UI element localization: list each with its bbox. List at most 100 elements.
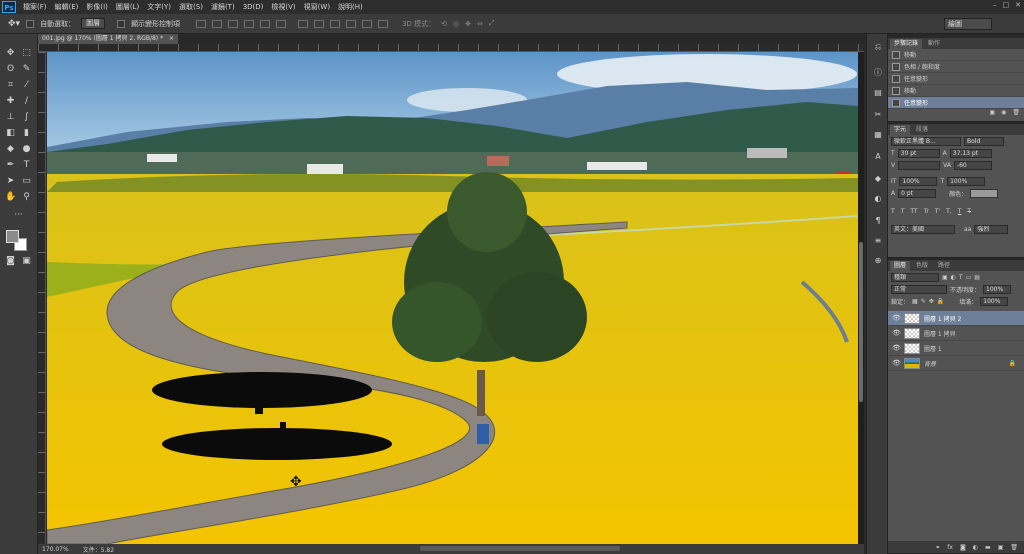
paragraph-panel-icon[interactable]: ¶ xyxy=(873,216,883,226)
eyedropper-tool-icon[interactable]: ⁄ xyxy=(21,80,32,91)
blend-mode-select[interactable]: 正常 xyxy=(891,284,947,294)
all-caps-icon[interactable]: TT xyxy=(910,208,917,215)
font-family-select[interactable]: 微軟正黑體 B... xyxy=(891,136,961,146)
leading-field[interactable]: 37.13 pt xyxy=(949,148,992,158)
filter-shape-icon[interactable]: ▭ xyxy=(966,274,972,281)
kerning-field[interactable] xyxy=(898,160,941,170)
tab-actions[interactable]: 動作 xyxy=(924,39,944,49)
history-step-current[interactable]: 任意變形 xyxy=(888,97,1024,109)
tab-channels[interactable]: 色版 xyxy=(912,261,932,271)
layer-row[interactable]: 👁 背景 🔒 xyxy=(888,356,1024,371)
dodge-tool-icon[interactable]: ● xyxy=(21,144,32,155)
vertical-scale-field[interactable]: 100% xyxy=(899,176,938,186)
type-tool-icon[interactable]: T xyxy=(21,160,32,171)
marquee-tool-icon[interactable]: ⬚ xyxy=(21,48,32,59)
move-tool-icon[interactable]: ✥ xyxy=(5,48,16,59)
crop-tool-icon[interactable]: ⌗ xyxy=(5,80,16,91)
character-panel-icon[interactable]: A xyxy=(873,152,883,162)
close-icon[interactable]: ✕ xyxy=(1015,1,1021,9)
move-tool-icon[interactable]: ✥▾ xyxy=(8,19,20,29)
quick-mask-icon[interactable]: ◙ xyxy=(5,256,16,267)
new-document-icon[interactable]: ▣ xyxy=(989,109,995,117)
strikethrough-icon[interactable]: T xyxy=(967,208,971,215)
align-right-icon[interactable] xyxy=(276,19,287,28)
lock-position-icon[interactable]: ✥ xyxy=(929,298,934,305)
menu-window[interactable]: 視窗(W) xyxy=(300,2,334,12)
eye-icon[interactable]: 👁 xyxy=(892,314,901,322)
scroll-thumb[interactable] xyxy=(859,242,863,402)
underline-icon[interactable]: T xyxy=(958,208,962,215)
3d-drag-icon[interactable]: ✥ xyxy=(465,20,471,28)
align-bottom-icon[interactable] xyxy=(228,19,239,28)
language-select[interactable]: 英文：美國 xyxy=(891,224,955,234)
quick-select-tool-icon[interactable]: ✎ xyxy=(21,64,32,75)
horizontal-scale-field[interactable]: 100% xyxy=(947,176,986,186)
layer-row[interactable]: 👁 圖層 1 拷貝 2 xyxy=(888,311,1024,326)
snapshot-icon[interactable]: ◉ xyxy=(1001,109,1006,117)
shape-tool-icon[interactable]: ▭ xyxy=(21,176,32,187)
menu-image[interactable]: 影像(I) xyxy=(82,2,112,12)
auto-select-dropdown[interactable]: 圖層 xyxy=(81,18,106,29)
filter-type-icon[interactable]: T xyxy=(959,274,963,281)
distribute-right-icon[interactable] xyxy=(378,19,389,28)
tab-paths[interactable]: 路徑 xyxy=(934,261,954,271)
menu-help[interactable]: 說明(H) xyxy=(334,2,367,12)
tab-layers[interactable]: 圖層 xyxy=(890,261,911,271)
adjustment-layer-icon[interactable]: ◐ xyxy=(973,544,978,551)
history-step[interactable]: 移動 xyxy=(888,49,1024,61)
superscript-icon[interactable]: T' xyxy=(935,208,940,215)
layer-row[interactable]: 👁 圖層 1 拷貝 xyxy=(888,326,1024,341)
menu-edit[interactable]: 編輯(E) xyxy=(51,2,83,12)
menu-view[interactable]: 檢視(V) xyxy=(267,2,299,12)
menu-select[interactable]: 選取(S) xyxy=(175,2,207,12)
delete-layer-icon[interactable]: 🗑 xyxy=(1010,544,1018,551)
layer-filter-select[interactable]: 種類 xyxy=(891,272,939,282)
tab-close-icon[interactable]: × xyxy=(169,35,174,42)
new-group-icon[interactable]: ▬ xyxy=(985,544,991,551)
history-step[interactable]: 移動 xyxy=(888,85,1024,97)
gradient-tool-icon[interactable]: ▮ xyxy=(21,128,32,139)
text-color-swatch[interactable] xyxy=(970,188,999,198)
pen-tool-icon[interactable]: ✒ xyxy=(5,160,16,171)
stamp-tool-icon[interactable]: ⊥ xyxy=(5,112,16,123)
history-step[interactable]: 色相 / 飽和度 xyxy=(888,61,1024,73)
baseline-field[interactable]: 0 pt xyxy=(898,188,937,198)
font-style-select[interactable]: Bold xyxy=(964,136,1004,146)
layer-row[interactable]: 👁 圖層 1 xyxy=(888,341,1024,356)
subscript-icon[interactable]: T, xyxy=(946,208,952,215)
3d-scale-icon[interactable]: ⤢ xyxy=(489,19,495,28)
menu-layer[interactable]: 圖層(L) xyxy=(112,2,143,12)
auto-select-checkbox[interactable] xyxy=(26,19,35,28)
styles-panel-icon[interactable]: ≡ xyxy=(873,236,883,246)
zoom-level[interactable]: 170.07% xyxy=(42,546,69,553)
opacity-field[interactable]: 100% xyxy=(983,284,1012,294)
3d-slide-icon[interactable]: ⇔ xyxy=(477,20,483,28)
new-layer-icon[interactable]: ▣ xyxy=(998,544,1004,551)
screen-mode-icon[interactable]: ▣ xyxy=(21,256,32,267)
tab-paragraph[interactable]: 段落 xyxy=(912,125,932,135)
maximize-icon[interactable]: □ xyxy=(1003,1,1010,9)
small-caps-icon[interactable]: Tr xyxy=(924,208,929,215)
filter-adjust-icon[interactable]: ◐ xyxy=(951,274,956,281)
foreground-color-swatch[interactable] xyxy=(6,230,19,243)
filter-pixel-icon[interactable]: ▣ xyxy=(942,274,948,281)
healing-tool-icon[interactable]: ✚ xyxy=(5,96,16,107)
document-canvas[interactable]: ✥ xyxy=(47,52,858,544)
font-size-field[interactable]: 30 pt xyxy=(897,148,940,158)
distribute-vcenter-icon[interactable] xyxy=(314,19,325,28)
properties-panel-icon[interactable]: ▦ xyxy=(873,130,883,140)
filter-smart-icon[interactable]: ▤ xyxy=(974,274,980,281)
delete-icon[interactable]: 🗑 xyxy=(1012,109,1020,117)
fx-icon[interactable]: fx xyxy=(947,544,953,551)
lock-image-icon[interactable]: ✎ xyxy=(921,298,926,305)
workspace-select[interactable]: 繪圖 xyxy=(944,18,992,30)
distribute-hcenter-icon[interactable] xyxy=(362,19,373,28)
eye-icon[interactable]: 👁 xyxy=(892,329,901,337)
more-tools-icon[interactable]: ··· xyxy=(13,210,24,221)
lasso-tool-icon[interactable]: ʘ xyxy=(5,64,16,75)
menu-type[interactable]: 文字(Y) xyxy=(143,2,175,12)
zoom-tool-icon[interactable]: ⚲ xyxy=(21,192,32,203)
history-brush-tool-icon[interactable]: ∫ xyxy=(21,112,32,123)
link-layers-icon[interactable]: ⚭ xyxy=(935,544,940,551)
menu-file[interactable]: 檔案(F) xyxy=(19,2,51,12)
